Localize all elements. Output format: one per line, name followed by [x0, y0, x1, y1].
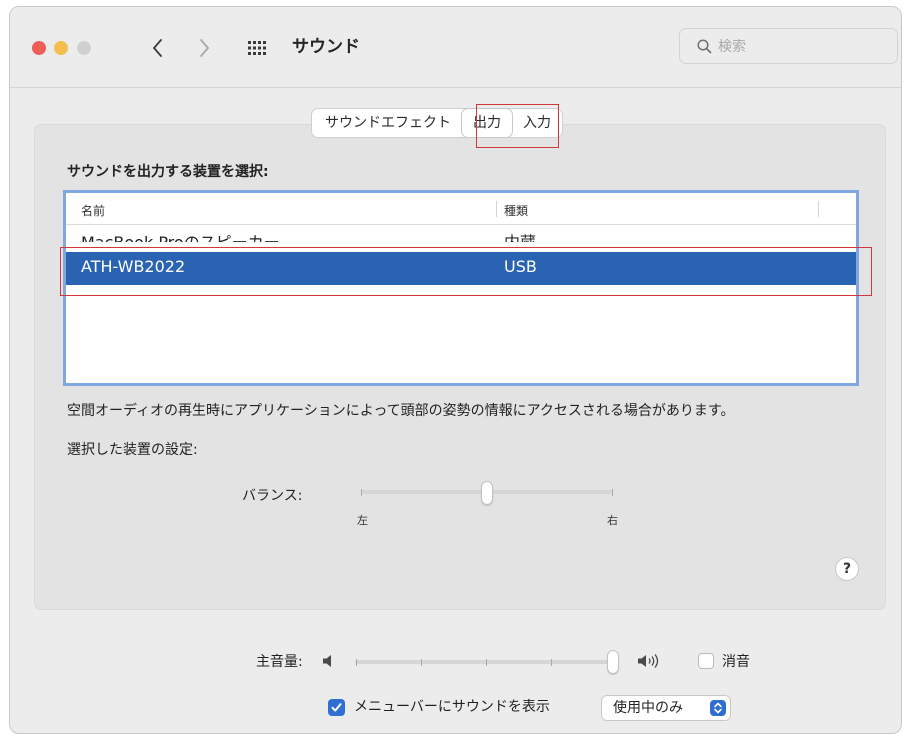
- annotation-highlight-row: [60, 247, 872, 296]
- up-down-chevron-icon: [714, 702, 722, 714]
- menubar-visibility-select[interactable]: 使用中のみ: [601, 695, 731, 721]
- device-type: 内蔵: [504, 229, 536, 242]
- chevron-left-icon: [153, 39, 162, 57]
- volume-track[interactable]: [355, 660, 613, 664]
- tick-mark: [486, 659, 487, 666]
- device-name: MacBook Proのスピーカー: [81, 229, 280, 242]
- output-volume-label: 主音量:: [256, 654, 303, 670]
- volume-knob[interactable]: [607, 650, 619, 674]
- column-divider[interactable]: [818, 201, 819, 217]
- balance-left-label: 左: [357, 514, 368, 527]
- minimize-button[interactable]: [54, 41, 68, 55]
- mute-checkbox[interactable]: [698, 653, 714, 669]
- device-row[interactable]: MacBook Proのスピーカー 内蔵: [66, 227, 856, 242]
- show-all-grid-icon[interactable]: [247, 40, 267, 56]
- close-button[interactable]: [32, 41, 46, 55]
- balance-label: バランス:: [242, 488, 303, 504]
- column-header-type[interactable]: 種類: [504, 202, 528, 219]
- tick-mark: [361, 489, 362, 496]
- tab-sound-effects[interactable]: サウンドエフェクト: [312, 109, 462, 137]
- back-button[interactable]: [147, 33, 169, 63]
- search-icon: [697, 39, 712, 54]
- column-header-name[interactable]: 名前: [81, 202, 105, 219]
- show-in-menubar-label: メニューバーにサウンドを表示: [354, 699, 550, 715]
- titlebar: サウンド: [10, 7, 901, 88]
- tick-mark: [356, 659, 357, 666]
- zoom-button[interactable]: [77, 41, 91, 55]
- output-section-label: サウンドを出力する装置を選択:: [67, 164, 269, 180]
- device-settings-label: 選択した装置の設定:: [67, 442, 198, 458]
- speaker-low-icon: [323, 655, 331, 667]
- speaker-high-icon: [638, 654, 659, 668]
- select-value: 使用中のみ: [613, 700, 683, 716]
- select-arrows: [710, 700, 726, 716]
- show-in-menubar-checkbox[interactable]: [328, 699, 345, 716]
- spatial-audio-info: 空間オーディオの再生時にアプリケーションによって頭部の姿勢の情報にアクセスされる…: [67, 403, 735, 419]
- mute-label: 消音: [722, 654, 750, 670]
- tick-mark: [421, 659, 422, 666]
- tick-mark: [551, 659, 552, 666]
- window-title: サウンド: [292, 37, 360, 57]
- system-preferences-window: サウンド サウンドエフェクト 出力 入力 サウンドを出力する装置を選択: 名前 …: [9, 6, 902, 734]
- column-divider[interactable]: [496, 201, 497, 217]
- help-button[interactable]: ?: [835, 557, 859, 581]
- search-field[interactable]: [679, 28, 898, 64]
- tick-mark: [612, 489, 613, 496]
- checkmark-icon: [331, 703, 342, 712]
- search-input[interactable]: [718, 35, 888, 59]
- list-header: 名前 種類: [66, 193, 856, 225]
- forward-button[interactable]: [193, 33, 215, 63]
- annotation-highlight-tab: [476, 104, 559, 148]
- balance-right-label: 右: [607, 514, 618, 527]
- balance-knob[interactable]: [481, 481, 493, 505]
- chevron-right-icon: [200, 39, 209, 57]
